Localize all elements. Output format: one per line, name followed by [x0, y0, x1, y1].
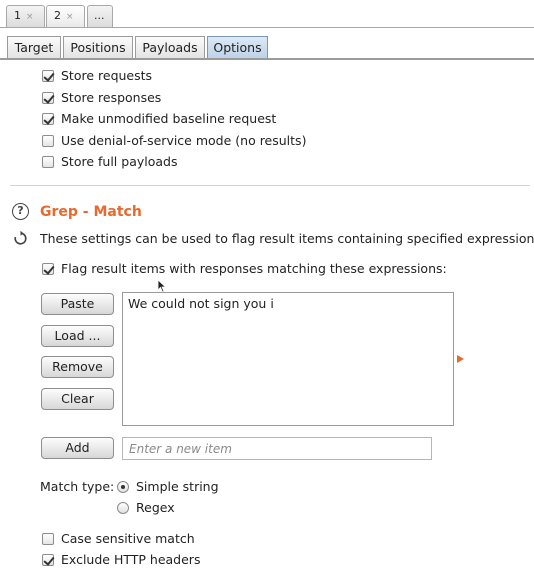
simple-string-label: Simple string — [136, 479, 219, 494]
load-button[interactable]: Load ... — [41, 325, 114, 347]
help-icon[interactable]: ? — [12, 203, 29, 220]
match-type-label: Match type: — [40, 479, 115, 494]
flag-results-label: Flag result items with responses matchin… — [61, 261, 447, 276]
remove-button[interactable]: Remove — [41, 356, 114, 378]
case-sensitive-label: Case sensitive match — [61, 531, 195, 546]
tab-strip-border — [0, 27, 534, 28]
section-tab-border — [0, 58, 534, 60]
store-requests-checkbox[interactable] — [42, 70, 54, 82]
store-responses-label: Store responses — [61, 90, 162, 105]
store-requests-label: Store requests — [61, 68, 153, 83]
tab-2[interactable]: 2 × — [46, 5, 85, 27]
exclude-headers-label: Exclude HTTP headers — [61, 552, 201, 567]
tab-2-close-icon[interactable]: × — [66, 12, 74, 22]
dos-mode-checkbox[interactable] — [42, 135, 54, 147]
regex-label: Regex — [136, 500, 175, 515]
list-item[interactable]: We could not sign you i — [128, 296, 274, 311]
new-item-input[interactable] — [122, 437, 432, 460]
section-divider — [10, 185, 530, 186]
tab-1-close-icon[interactable]: × — [26, 12, 34, 22]
tab-target-label: Target — [14, 40, 54, 55]
simple-string-radio[interactable] — [117, 481, 129, 493]
tab-2-label: 2 — [54, 9, 61, 22]
mouse-cursor-icon — [157, 279, 167, 293]
tab-positions[interactable]: Positions — [63, 36, 133, 59]
tab-1[interactable]: 1 × — [6, 5, 45, 27]
arrow-right-icon — [457, 355, 464, 363]
tab-payloads[interactable]: Payloads — [135, 36, 205, 59]
baseline-request-label: Make unmodified baseline request — [61, 111, 277, 126]
tab-payloads-label: Payloads — [142, 40, 198, 55]
paste-button[interactable]: Paste — [41, 293, 114, 315]
section-description: These settings can be used to flag resul… — [40, 231, 534, 246]
baseline-request-checkbox[interactable] — [42, 113, 54, 125]
tab-options[interactable]: Options — [207, 36, 268, 59]
case-sensitive-checkbox[interactable] — [42, 533, 54, 545]
tab-1-label: 1 — [14, 9, 21, 22]
store-full-payloads-label: Store full payloads — [61, 154, 178, 169]
dos-mode-label: Use denial-of-service mode (no results) — [61, 133, 307, 148]
tab-target[interactable]: Target — [7, 36, 61, 59]
exclude-headers-checkbox[interactable] — [42, 554, 54, 566]
store-responses-checkbox[interactable] — [42, 92, 54, 104]
restore-defaults-icon[interactable] — [12, 230, 29, 247]
tab-options-label: Options — [213, 40, 262, 55]
add-button[interactable]: Add — [41, 437, 114, 459]
clear-button[interactable]: Clear — [41, 388, 114, 410]
store-full-payloads-checkbox[interactable] — [42, 156, 54, 168]
tab-positions-label: Positions — [70, 40, 126, 55]
section-title: Grep - Match — [40, 204, 142, 220]
flag-results-checkbox[interactable] — [42, 263, 54, 275]
expression-list[interactable]: We could not sign you i — [122, 292, 454, 426]
tab-more[interactable]: ... — [87, 5, 113, 27]
regex-radio[interactable] — [117, 502, 129, 514]
tab-more-label: ... — [94, 9, 105, 22]
